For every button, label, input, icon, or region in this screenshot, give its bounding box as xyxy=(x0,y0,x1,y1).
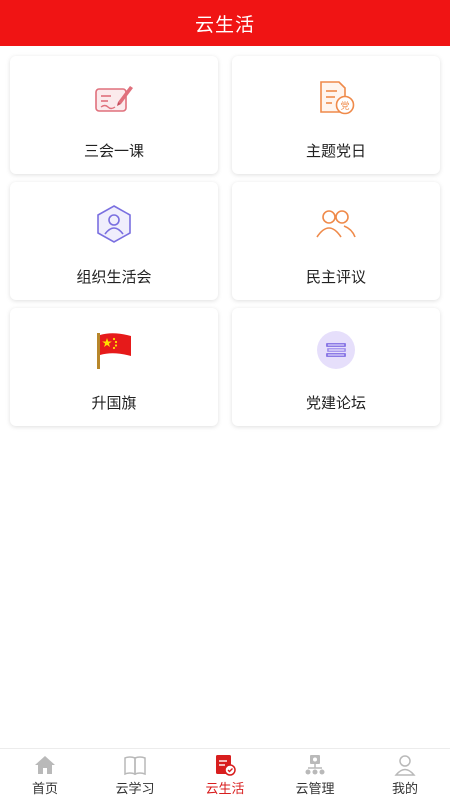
feature-grid: 三会一课 党 主题党日 组织生活会 民主评议 升国旗 党建论坛 xyxy=(10,56,440,426)
card-label: 主题党日 xyxy=(305,142,366,160)
card-label: 民主评议 xyxy=(305,268,366,286)
hexagon-person-icon xyxy=(90,200,138,248)
card-sanhui-yike[interactable]: 三会一课 xyxy=(10,56,218,174)
app-header: 云生活 xyxy=(0,0,450,46)
bottom-tab-bar: 首页 云学习 云生活 云管理 我的 xyxy=(0,748,450,800)
tab-study[interactable]: 云学习 xyxy=(90,749,180,800)
tab-manage[interactable]: 云管理 xyxy=(270,749,360,800)
tab-label: 云管理 xyxy=(295,782,335,797)
party-life-icon xyxy=(213,753,237,777)
book-icon xyxy=(123,753,147,777)
party-document-icon: 党 xyxy=(312,74,360,122)
card-label: 三会一课 xyxy=(83,142,144,160)
card-label: 组织生活会 xyxy=(76,268,152,286)
people-icon xyxy=(312,200,360,248)
tab-label: 云生活 xyxy=(205,782,245,797)
signature-card-icon xyxy=(90,74,138,122)
svg-text:党: 党 xyxy=(340,100,349,112)
book-stack-icon xyxy=(312,326,360,374)
home-icon xyxy=(33,753,57,777)
tab-label: 首页 xyxy=(31,782,58,797)
card-sheng-guoqi[interactable]: 升国旗 xyxy=(10,308,218,426)
card-zuzhi-shenghuohui[interactable]: 组织生活会 xyxy=(10,182,218,300)
card-label: 党建论坛 xyxy=(305,394,366,412)
org-manage-icon xyxy=(303,753,327,777)
tab-label: 云学习 xyxy=(115,782,155,797)
page-title: 云生活 xyxy=(194,13,255,36)
tab-label: 我的 xyxy=(391,782,418,797)
tab-home[interactable]: 首页 xyxy=(0,749,90,800)
china-flag-icon xyxy=(90,326,138,374)
profile-icon xyxy=(393,753,417,777)
card-minzhu-pingyi[interactable]: 民主评议 xyxy=(232,182,440,300)
card-zhuti-dangri[interactable]: 党 主题党日 xyxy=(232,56,440,174)
card-label: 升国旗 xyxy=(91,394,137,412)
card-dangjian-luntan[interactable]: 党建论坛 xyxy=(232,308,440,426)
tab-life[interactable]: 云生活 xyxy=(180,749,270,800)
tab-mine[interactable]: 我的 xyxy=(360,749,450,800)
